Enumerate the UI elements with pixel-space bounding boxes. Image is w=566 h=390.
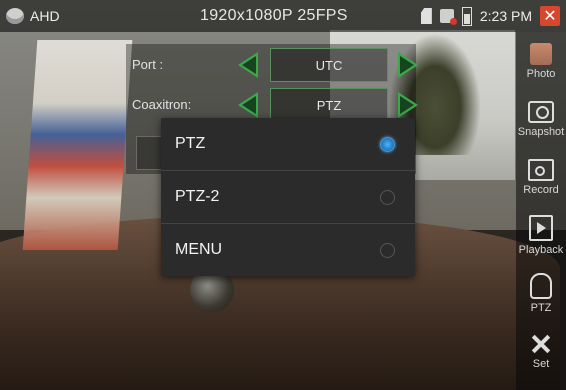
battery-icon (461, 6, 472, 26)
toolbar-label: Photo (526, 67, 556, 80)
right-toolbar: Photo Snapshot Record Playback PTZ Set (516, 32, 566, 390)
port-value[interactable]: UTC (270, 48, 388, 82)
toolbar-label: Record (523, 183, 559, 196)
coaxitron-prev-arrow-icon[interactable] (238, 92, 258, 118)
radio-selected-icon[interactable] (380, 137, 395, 152)
network-icon (439, 9, 457, 25)
port-prev-arrow-icon[interactable] (238, 52, 258, 78)
port-label: Port : (132, 57, 164, 72)
popup-option-ptz[interactable]: PTZ (161, 118, 415, 171)
camera-mode-icon (6, 8, 24, 24)
coaxitron-label: Coaxitron: (132, 97, 192, 112)
toolbar-record[interactable]: Record (516, 148, 566, 206)
toolbar-label: Playback (518, 243, 564, 256)
toolbar-set[interactable]: Set (516, 322, 566, 380)
background-poster (22, 40, 133, 250)
mode-label: AHD (30, 8, 60, 24)
toolbar-ptz[interactable]: PTZ (516, 264, 566, 322)
mode-indicator: AHD (6, 8, 60, 24)
camera-icon (528, 100, 554, 123)
toolbar-photo[interactable]: Photo (516, 32, 566, 90)
sd-card-icon (420, 8, 432, 24)
tools-icon (530, 333, 552, 355)
record-icon (528, 158, 554, 181)
toolbar-label: Snapshot (517, 125, 565, 138)
port-next-arrow-icon[interactable] (398, 52, 418, 78)
option-label: MENU (175, 241, 223, 258)
option-label: PTZ-2 (175, 188, 220, 205)
option-label: PTZ (175, 135, 206, 152)
coaxitron-next-arrow-icon[interactable] (398, 92, 418, 118)
toolbar-label: Set (532, 357, 550, 370)
toolbar-snapshot[interactable]: Snapshot (516, 90, 566, 148)
photo-icon (530, 42, 552, 65)
close-button[interactable]: ✕ (540, 6, 560, 26)
popup-option-ptz-2[interactable]: PTZ-2 (161, 171, 415, 224)
clock: 2:23 PM (479, 8, 532, 24)
popup-option-menu[interactable]: MENU (161, 224, 415, 276)
radio-unselected-icon[interactable] (380, 190, 395, 205)
port-row: Port : UTC (126, 46, 418, 84)
radio-unselected-icon[interactable] (380, 243, 395, 258)
status-icons: 2:23 PM ✕ (420, 6, 560, 26)
resolution-label: 1920x1080P 25FPS (200, 7, 348, 24)
coaxitron-value[interactable]: PTZ (270, 88, 388, 122)
toolbar-playback[interactable]: Playback (516, 206, 566, 264)
ptz-dome-icon (530, 272, 552, 299)
status-bar: AHD 1920x1080P 25FPS 2:23 PM ✕ (0, 0, 566, 32)
ptz-mode-popup: PTZ PTZ-2 MENU (161, 118, 415, 276)
playback-icon (529, 214, 553, 241)
toolbar-label: PTZ (530, 301, 552, 314)
